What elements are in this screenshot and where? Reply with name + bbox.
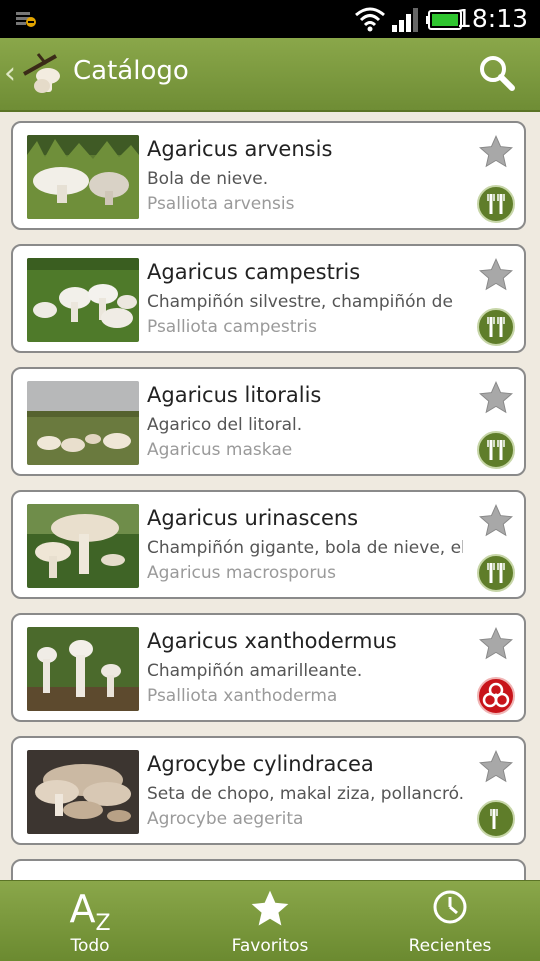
species-name: Agaricus urinascens xyxy=(147,506,359,530)
favorite-star-icon[interactable] xyxy=(477,502,515,545)
tab-recientes[interactable]: Recientes xyxy=(360,881,540,961)
mushroom-photo xyxy=(27,258,139,342)
synonym: Agaricus maskae xyxy=(147,440,293,460)
star-icon xyxy=(180,887,360,936)
list-item[interactable]: Agaricus xanthodermus Champiñón amarille… xyxy=(11,613,526,722)
list-item[interactable]: Agaricus arvensis Bola de nieve. Psallio… xyxy=(11,121,526,230)
tab-label: Todo xyxy=(70,936,110,956)
tab-favoritos[interactable]: Favoritos xyxy=(180,881,360,961)
list-item[interactable]: Agrocybe cylindracea Seta de chopo, maka… xyxy=(11,736,526,845)
bottom-tab-bar: AZ Todo Favoritos Recientes xyxy=(0,880,540,961)
favorite-star-icon[interactable] xyxy=(477,133,515,176)
list-item[interactable]: Agaricus urinascens Champiñón gigante, b… xyxy=(11,490,526,599)
list-item[interactable]: Agaricus campestris Champiñón silvestre,… xyxy=(11,244,526,353)
edible-fork-icon xyxy=(477,308,515,346)
tab-label: Recientes xyxy=(408,936,492,956)
favorite-star-icon[interactable] xyxy=(477,256,515,299)
mushroom-photo xyxy=(27,381,139,465)
favorite-star-icon[interactable] xyxy=(477,748,515,791)
species-name: Agrocybe cylindracea xyxy=(147,752,374,776)
species-name: Agaricus campestris xyxy=(147,260,361,284)
favorite-star-icon[interactable] xyxy=(477,625,515,668)
mushroom-photo xyxy=(27,627,139,711)
list-item[interactable]: Agaricus litoralis Agarico del litoral. … xyxy=(11,367,526,476)
species-list[interactable]: Agaricus arvensis Bola de nieve. Psallio… xyxy=(0,112,540,880)
synonym: Psalliota arvensis xyxy=(147,194,295,214)
clock-text: 18:13 xyxy=(455,4,528,33)
edible-fork-icon xyxy=(477,800,515,838)
edible-fork-icon xyxy=(477,554,515,592)
notification-icon xyxy=(16,10,38,33)
action-bar: ‹ Catálogo xyxy=(0,38,540,112)
species-name: Agaricus litoralis xyxy=(147,383,322,407)
list-item[interactable] xyxy=(11,859,526,880)
common-names: Agarico del litoral. xyxy=(147,415,303,435)
synonym: Psalliota xanthoderma xyxy=(147,686,338,706)
synonym: Agaricus macrosporus xyxy=(147,563,336,583)
mushroom-photo xyxy=(27,135,139,219)
common-names: Champiñón amarilleante. xyxy=(147,661,363,681)
tab-label: Favoritos xyxy=(231,936,309,956)
common-names: Seta de chopo, makal ziza, pollancró. xyxy=(147,784,463,804)
common-names: Champiñón gigante, bola de nieve, elur xyxy=(147,538,463,558)
az-icon: AZ xyxy=(69,887,111,936)
mushroom-photo xyxy=(27,750,139,834)
status-bar: 18:13 xyxy=(0,0,540,38)
mushroom-photo xyxy=(27,504,139,588)
signal-icon xyxy=(392,8,420,37)
page-title: Catálogo xyxy=(73,56,189,86)
wifi-icon xyxy=(354,6,386,37)
synonym: Psalliota campestris xyxy=(147,317,317,337)
favorite-star-icon[interactable] xyxy=(477,379,515,422)
search-icon[interactable] xyxy=(478,54,516,97)
app-logo[interactable] xyxy=(20,50,70,101)
toxic-biohazard-icon xyxy=(477,677,515,715)
edible-fork-icon xyxy=(477,185,515,223)
back-icon[interactable]: ‹ xyxy=(4,56,16,91)
common-names: Bola de nieve. xyxy=(147,169,269,189)
clock-icon xyxy=(360,887,540,932)
species-name: Agaricus arvensis xyxy=(147,137,333,161)
common-names: Champiñón silvestre, champiñón de xyxy=(147,292,453,312)
edible-fork-icon xyxy=(477,431,515,469)
synonym: Agrocybe aegerita xyxy=(147,809,304,829)
tab-todo[interactable]: AZ Todo xyxy=(0,881,180,961)
species-name: Agaricus xanthodermus xyxy=(147,629,397,653)
